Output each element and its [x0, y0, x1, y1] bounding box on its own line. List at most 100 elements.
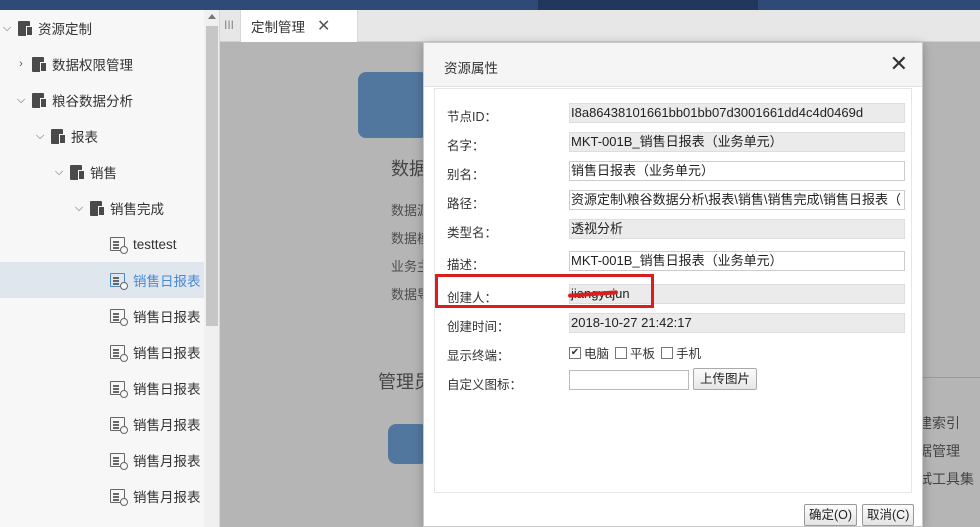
resource-properties-dialog: 资源属性 ✕ 节点ID： I8a86438101661bb01bb07d3001…	[423, 42, 923, 527]
field-label: 显示终端：	[447, 349, 510, 363]
field-custom-icon: 自定义图标： 上传图片	[435, 367, 913, 396]
field-label: 名字：	[447, 139, 485, 153]
field-description: 描述： MKT-001B_销售日报表（业务单元）	[435, 247, 913, 276]
checkbox-label: 手机	[676, 347, 702, 361]
node-id-field[interactable]: I8a86438101661bb01bb07d3001661dd4c4d0469…	[569, 103, 905, 123]
tab-custom-management[interactable]: 定制管理 ✕	[240, 10, 358, 42]
checkbox-tablet[interactable]: 平板	[615, 343, 655, 362]
report-icon	[110, 237, 128, 254]
field-label: 创建时间：	[447, 320, 510, 334]
scroll-up-icon[interactable]	[208, 14, 216, 19]
folder-icon	[51, 128, 66, 144]
chevron-down-icon[interactable]: ⌵	[33, 129, 47, 143]
path-field[interactable]: 资源定制\粮谷数据分析\报表\销售\销售完成\销售日报表（	[569, 190, 905, 210]
folder-icon	[18, 20, 33, 36]
dialog-title: 资源属性	[444, 61, 498, 76]
field-label: 描述：	[447, 258, 485, 272]
chevron-down-icon[interactable]: ⌵	[0, 21, 14, 35]
tree-item-label: 数据权限管理	[52, 58, 133, 73]
tree-item-report[interactable]: 销售日报表	[0, 334, 204, 370]
tree-item-label: 销售日报表	[133, 346, 201, 361]
field-label: 路径：	[447, 197, 485, 211]
checkbox-pc[interactable]: ✔ 电脑	[569, 343, 609, 362]
tree-item-resource-custom[interactable]: ⌵ 资源定制	[0, 10, 204, 46]
tree-item-label: 销售月报表	[133, 418, 201, 433]
report-icon	[110, 345, 128, 362]
checkbox-icon[interactable]	[661, 346, 674, 359]
chevron-down-icon[interactable]: ⌵	[14, 93, 28, 107]
checkbox-icon[interactable]	[615, 346, 628, 359]
folder-icon	[70, 164, 85, 180]
tree-item-report[interactable]: 销售月报表	[0, 442, 204, 478]
folder-icon	[90, 200, 105, 216]
alias-input[interactable]: 销售日报表（业务单元）	[569, 161, 905, 181]
folder-icon	[32, 56, 47, 72]
tab-handle-icon[interactable]: III	[224, 18, 234, 32]
field-alias: 别名： 销售日报表（业务单元）	[435, 157, 913, 186]
field-label: 别名：	[447, 168, 485, 182]
tab-bar: III 定制管理 ✕	[220, 10, 980, 42]
tree-item-label: 销售日报表	[133, 274, 201, 289]
tree-item-reports[interactable]: ⌵ 报表	[0, 118, 204, 154]
tree-item-report[interactable]: 销售月报表	[0, 406, 204, 442]
tree-item-label: 销售月报表	[133, 490, 201, 505]
description-input[interactable]: MKT-001B_销售日报表（业务单元）	[569, 251, 905, 271]
dialog-body: 节点ID： I8a86438101661bb01bb07d3001661dd4c…	[434, 88, 912, 493]
chevron-down-icon[interactable]: ⌵	[52, 165, 66, 179]
tab-close-icon[interactable]: ✕	[317, 16, 330, 36]
tree-item-label: 销售完成	[110, 202, 164, 217]
report-icon	[110, 417, 128, 434]
highlight-box	[435, 274, 654, 308]
tree-item-data-permission[interactable]: › 数据权限管理	[0, 46, 204, 82]
ok-button[interactable]: 确定(O)	[804, 504, 858, 526]
field-path: 路径： 资源定制\粮谷数据分析\报表\销售\销售完成\销售日报表（	[435, 186, 913, 215]
tree-item-sales-complete[interactable]: ⌵ 销售完成	[0, 190, 204, 226]
checkbox-checked-icon[interactable]: ✔	[569, 346, 581, 359]
tree-item-sales[interactable]: ⌵ 销售	[0, 154, 204, 190]
tree-item-label: 销售日报表	[133, 310, 201, 325]
field-label: 类型名：	[447, 226, 498, 240]
tree-item-label: 报表	[71, 130, 98, 145]
tree-item-label: 资源定制	[38, 22, 92, 37]
tree-item-grain-analysis[interactable]: ⌵ 粮谷数据分析	[0, 82, 204, 118]
field-type-name: 类型名： 透视分析	[435, 215, 913, 244]
field-node-id: 节点ID： I8a86438101661bb01bb07d3001661dd4c…	[435, 99, 913, 128]
report-icon	[110, 309, 128, 326]
chevron-right-icon[interactable]: ›	[14, 57, 28, 71]
tree-item-label: 销售	[90, 166, 117, 181]
tab-label: 定制管理	[251, 20, 305, 35]
resource-tree: ⌵ 资源定制 › 数据权限管理 ⌵ 粮谷数据分析 ⌵ 报表 ⌵ 销售 ⌵ 销售完…	[0, 10, 220, 527]
tree-item-report[interactable]: testtest	[0, 226, 204, 262]
report-icon	[110, 453, 128, 470]
tree-item-label: 销售月报表	[133, 454, 201, 469]
top-strip	[0, 0, 980, 10]
cancel-button[interactable]: 取消(C)	[862, 504, 915, 526]
tree-item-report[interactable]: 销售月报表	[0, 478, 204, 514]
chevron-down-icon[interactable]: ⌵	[72, 201, 86, 215]
tree-item-label: testtest	[133, 236, 177, 252]
field-name: 名字： MKT-001B_销售日报表（业务单元）	[435, 128, 913, 157]
checkbox-phone[interactable]: 手机	[661, 343, 701, 362]
terminal-checkboxes: ✔ 电脑 平板 手机	[569, 343, 707, 362]
field-label: 节点ID：	[447, 110, 498, 124]
tree-scrollbar[interactable]	[204, 10, 219, 527]
report-icon	[110, 489, 128, 506]
upload-image-button[interactable]: 上传图片	[693, 368, 758, 390]
tree-item-report[interactable]: 销售日报表	[0, 298, 204, 334]
custom-icon-input[interactable]	[569, 370, 689, 390]
report-icon	[110, 273, 128, 290]
folder-icon	[32, 92, 47, 108]
tree-item-label: 粮谷数据分析	[52, 94, 133, 109]
close-icon[interactable]: ✕	[890, 53, 908, 75]
field-creator: 创建人： jiangyajun	[435, 274, 913, 309]
field-label: 自定义图标：	[447, 378, 523, 392]
created-time-field[interactable]: 2018-10-27 21:42:17	[569, 313, 905, 333]
report-icon	[110, 381, 128, 398]
type-name-field[interactable]: 透视分析	[569, 219, 905, 239]
name-field[interactable]: MKT-001B_销售日报表（业务单元）	[569, 132, 905, 152]
tree-item-report[interactable]: 销售日报表	[0, 370, 204, 406]
tree-item-report-selected[interactable]: 销售日报表	[0, 262, 204, 298]
field-display-terminal: 显示终端： ✔ 电脑 平板 手机	[435, 338, 913, 367]
top-strip-dark	[538, 0, 758, 10]
scrollbar-thumb[interactable]	[206, 26, 218, 326]
